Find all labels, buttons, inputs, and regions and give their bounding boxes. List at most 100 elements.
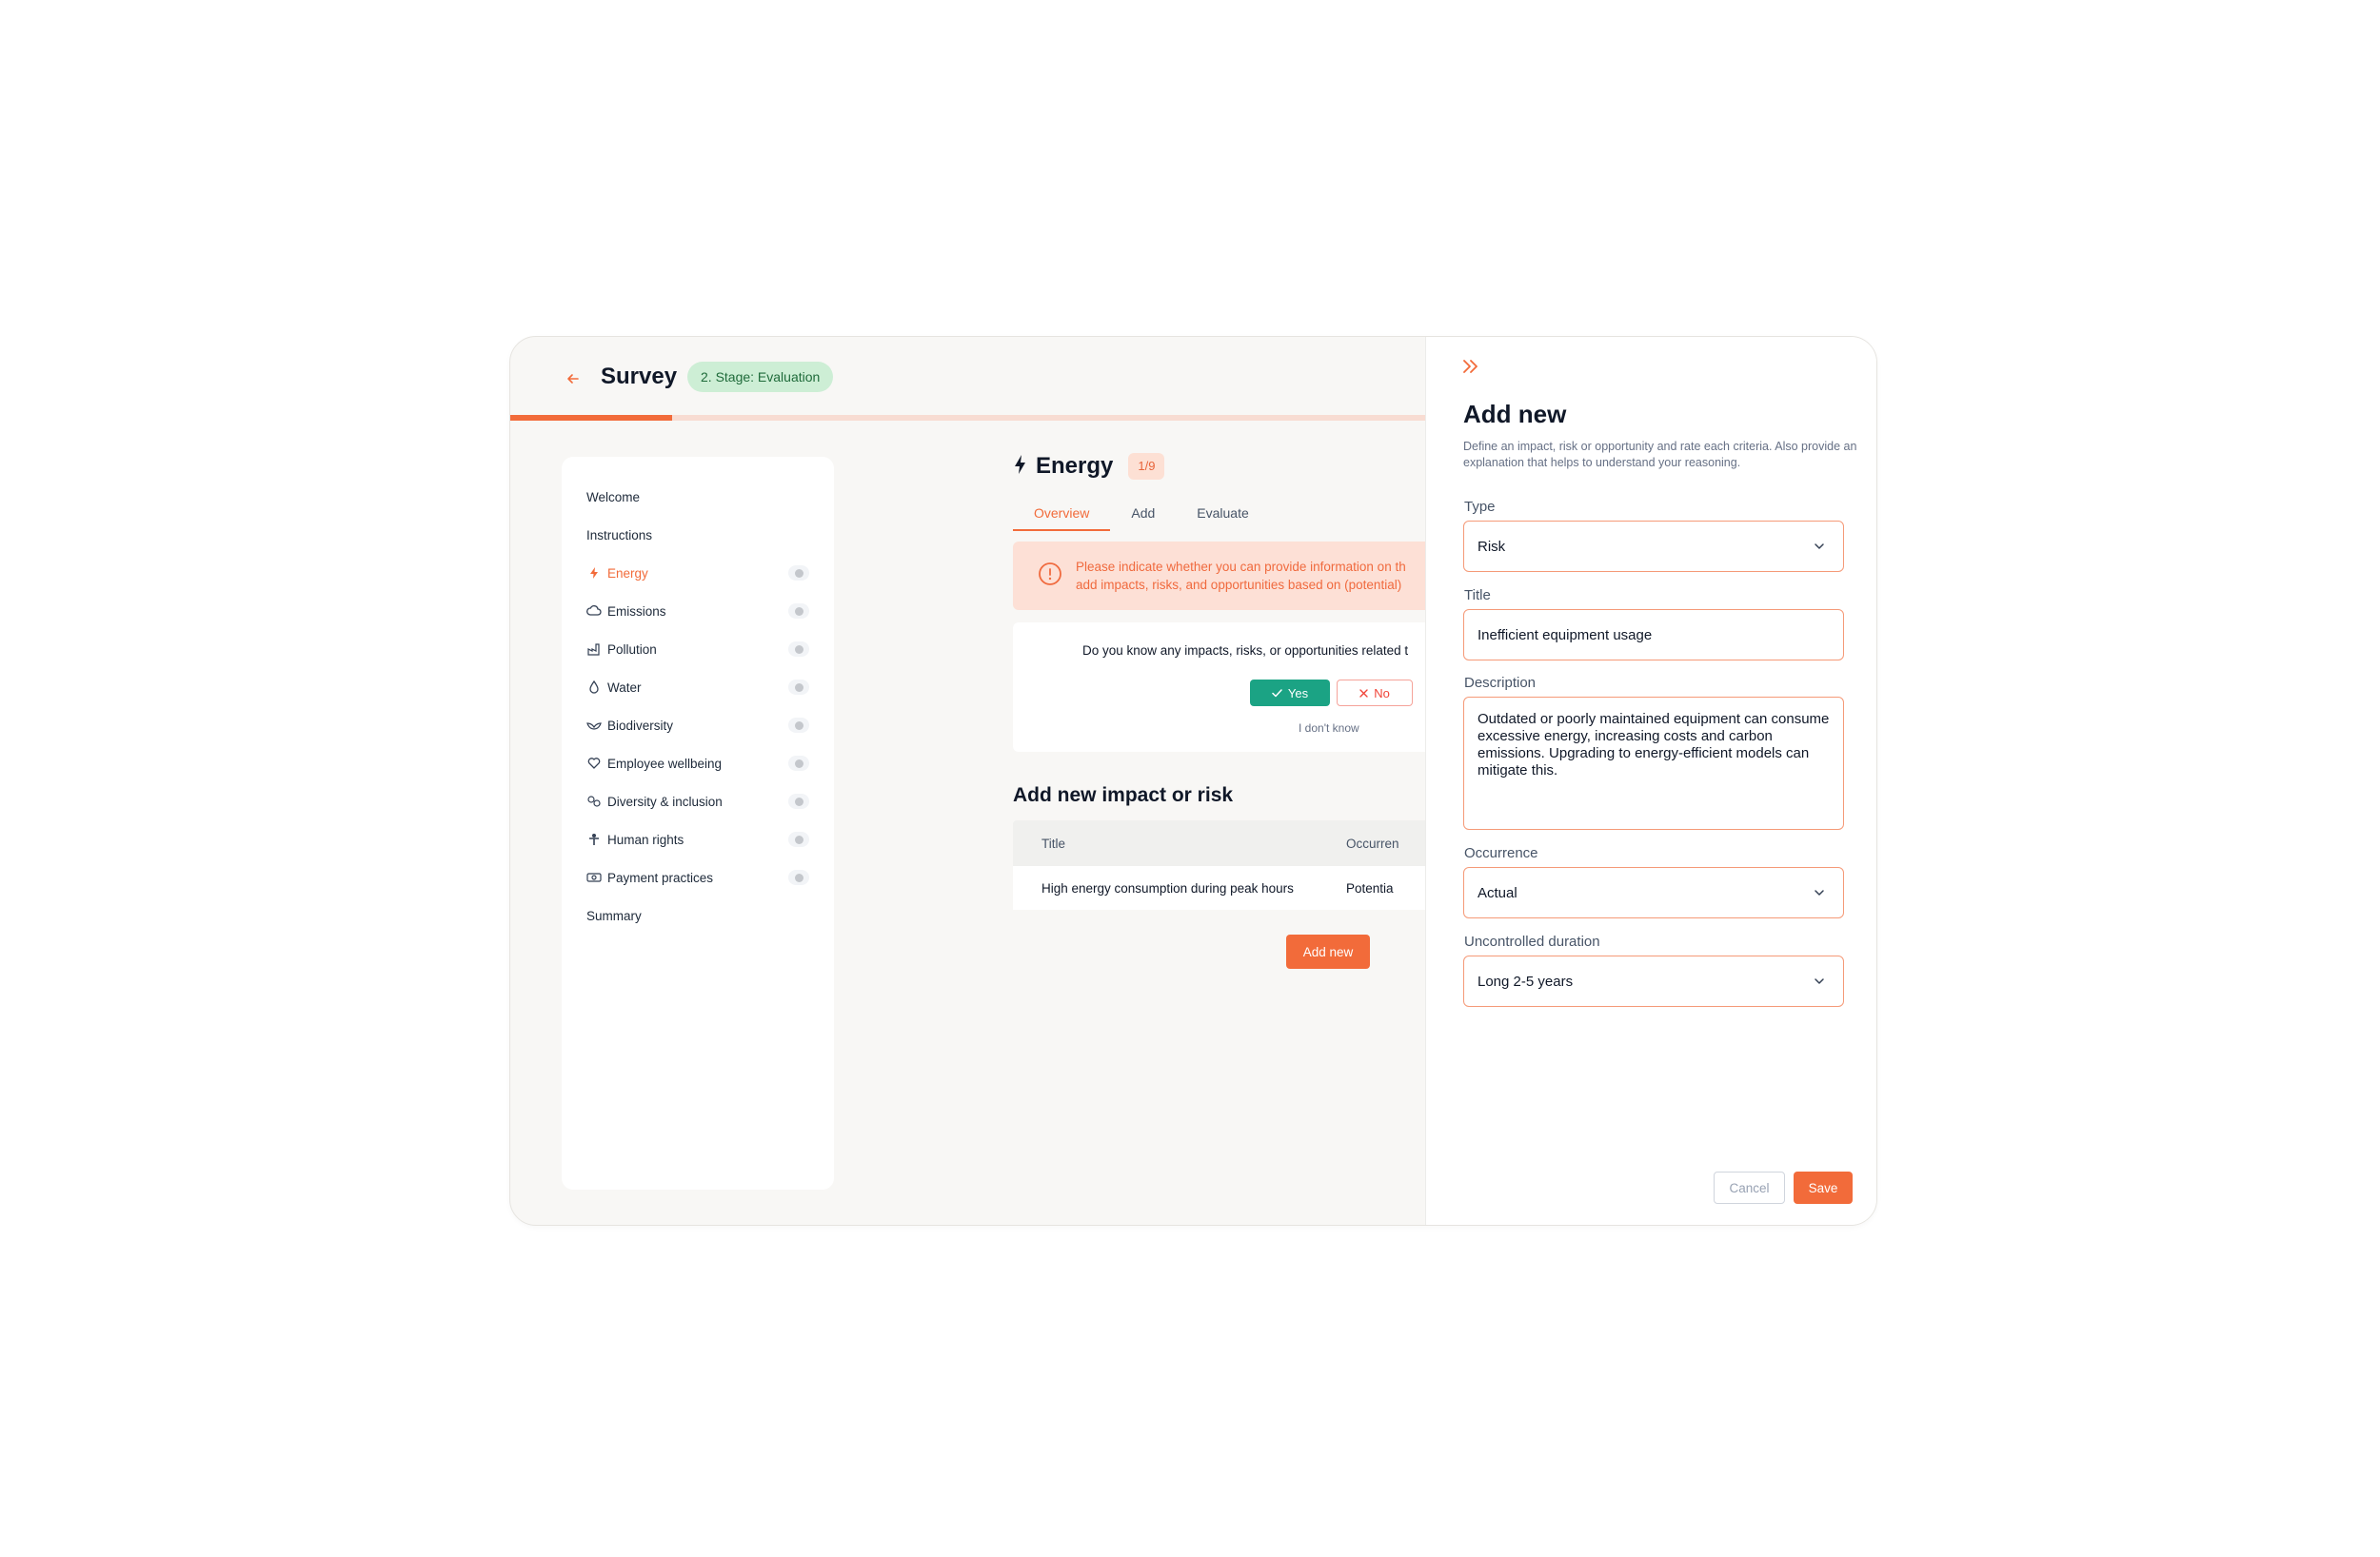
status-indicator	[788, 680, 809, 695]
person-icon	[586, 832, 602, 847]
progress-fill	[510, 415, 672, 421]
page-title: Survey	[601, 364, 678, 389]
type-select[interactable]: Risk	[1463, 521, 1844, 572]
lightning-icon	[586, 565, 602, 581]
alert-text: Please indicate whether you can provide …	[1076, 558, 1406, 594]
sidebar-item-payment-practices[interactable]: Payment practices	[562, 858, 834, 897]
close-icon	[1359, 686, 1368, 700]
factory-icon	[586, 641, 602, 657]
sidebar-item-label: Instructions	[586, 527, 653, 542]
sidebar-item-label: Pollution	[607, 641, 657, 657]
cancel-button[interactable]: Cancel	[1714, 1172, 1785, 1204]
occurrence-label: Occurrence	[1464, 845, 1538, 861]
status-indicator	[788, 565, 809, 581]
sidebar-item-label: Diversity & inclusion	[607, 794, 723, 809]
duration-value: Long 2-5 years	[1478, 973, 1574, 990]
title-value: Inefficient equipment usage	[1478, 626, 1653, 643]
column-header-title: Title	[1041, 836, 1066, 851]
sidebar-item-label: Human rights	[607, 832, 684, 847]
sidebar-item-water[interactable]: Water	[562, 668, 834, 706]
sidebar-item-label: Water	[607, 680, 642, 695]
question-text: Do you know any impacts, risks, or oppor…	[1082, 643, 1409, 658]
drawer-title: Add new	[1463, 400, 1567, 428]
title-label: Title	[1464, 587, 1491, 603]
type-value: Risk	[1478, 538, 1506, 555]
sidebar-item-label: Energy	[607, 565, 648, 581]
status-indicator	[788, 641, 809, 657]
tab-evaluate[interactable]: Evaluate	[1176, 499, 1269, 531]
tab-overview[interactable]: Overview	[1013, 499, 1111, 531]
app-window: Survey 2. Stage: Evaluation Welcome Instr…	[509, 336, 1877, 1226]
sidebar-item-biodiversity[interactable]: Biodiversity	[562, 706, 834, 744]
section-title: Energy	[1036, 453, 1114, 479]
alert-line-2: add impacts, risks, and opportunities ba…	[1076, 578, 1402, 592]
yes-label: Yes	[1287, 685, 1309, 700]
add-new-drawer: Add new Define an impact, risk or opport…	[1425, 337, 1876, 1225]
money-icon	[586, 870, 602, 885]
people-icon	[586, 794, 602, 809]
sidebar-item-human-rights[interactable]: Human rights	[562, 820, 834, 858]
description-label: Description	[1464, 675, 1537, 691]
question-card: Do you know any impacts, risks, or oppor…	[1013, 622, 1460, 752]
no-label: No	[1374, 685, 1390, 700]
sidebar-item-emissions[interactable]: Emissions	[562, 592, 834, 630]
count-badge: 1/9	[1128, 453, 1165, 480]
droplet-icon	[586, 680, 602, 695]
info-alert: Please indicate whether you can provide …	[1013, 542, 1460, 610]
table-header: Title Occurren	[1013, 820, 1470, 866]
section-header: Energy 1/9	[1013, 453, 1165, 480]
alert-line-1: Please indicate whether you can provide …	[1076, 560, 1406, 574]
save-button[interactable]: Save	[1794, 1172, 1853, 1204]
title-input[interactable]: Inefficient equipment usage	[1463, 609, 1844, 660]
dont-know-link[interactable]: I don't know	[1299, 721, 1359, 735]
info-icon	[1038, 562, 1062, 591]
tab-add[interactable]: Add	[1110, 499, 1176, 531]
check-icon	[1272, 686, 1282, 700]
occurrence-value: Actual	[1478, 884, 1517, 901]
status-indicator	[788, 756, 809, 771]
sidebar-item-welcome[interactable]: Welcome	[562, 478, 834, 516]
sidebar-item-summary[interactable]: Summary	[562, 897, 834, 935]
sidebar-item-pollution[interactable]: Pollution	[562, 630, 834, 668]
cloud-icon	[586, 603, 602, 619]
back-arrow-icon[interactable]	[562, 367, 585, 390]
sidebar-item-label: Summary	[586, 908, 642, 923]
heart-icon	[586, 756, 602, 771]
table-cell-title: High energy consumption during peak hour…	[1041, 880, 1294, 896]
status-indicator	[788, 794, 809, 809]
chevron-down-icon	[1813, 975, 1826, 988]
sidebar-item-label: Welcome	[586, 489, 641, 504]
chevron-down-icon	[1813, 886, 1826, 899]
sidebar-item-instructions[interactable]: Instructions	[562, 516, 834, 554]
sidebar-item-diversity-inclusion[interactable]: Diversity & inclusion	[562, 782, 834, 820]
section-tabs: Overview Add Evaluate	[1013, 499, 1270, 531]
double-chevron-right-icon[interactable]	[1460, 356, 1481, 377]
sidebar-item-employee-wellbeing[interactable]: Employee wellbeing	[562, 744, 834, 782]
table-row[interactable]: High energy consumption during peak hour…	[1013, 866, 1470, 910]
add-new-button[interactable]: Add new	[1286, 935, 1370, 969]
sidebar-item-label: Payment practices	[607, 870, 714, 885]
status-indicator	[788, 718, 809, 733]
sidebar-item-energy[interactable]: Energy	[562, 554, 834, 592]
status-indicator	[788, 832, 809, 847]
duration-select[interactable]: Long 2-5 years	[1463, 956, 1844, 1007]
status-indicator	[788, 603, 809, 619]
status-indicator	[788, 870, 809, 885]
occurrence-select[interactable]: Actual	[1463, 867, 1844, 918]
stage-badge: 2. Stage: Evaluation	[687, 362, 834, 392]
sidebar: Welcome Instructions Energy Emissions Pollut…	[562, 457, 834, 1190]
lightning-icon	[1013, 454, 1028, 480]
chevron-down-icon	[1813, 540, 1826, 553]
drawer-description: Define an impact, risk or opportunity an…	[1463, 440, 1857, 469]
no-button[interactable]: No	[1337, 680, 1413, 706]
impact-table: Title Occurren High energy consumption d…	[1013, 820, 1470, 910]
add-impact-heading: Add new impact or risk	[1013, 784, 1234, 806]
sidebar-item-label: Employee wellbeing	[607, 756, 723, 771]
sidebar-item-label: Emissions	[607, 603, 666, 619]
duration-label: Uncontrolled duration	[1464, 934, 1600, 950]
yes-button[interactable]: Yes	[1250, 680, 1330, 706]
bird-icon	[586, 718, 602, 733]
description-textarea[interactable]: Outdated or poorly maintained equipment …	[1463, 697, 1844, 830]
type-label: Type	[1464, 499, 1496, 515]
progress-bar	[510, 415, 1429, 421]
